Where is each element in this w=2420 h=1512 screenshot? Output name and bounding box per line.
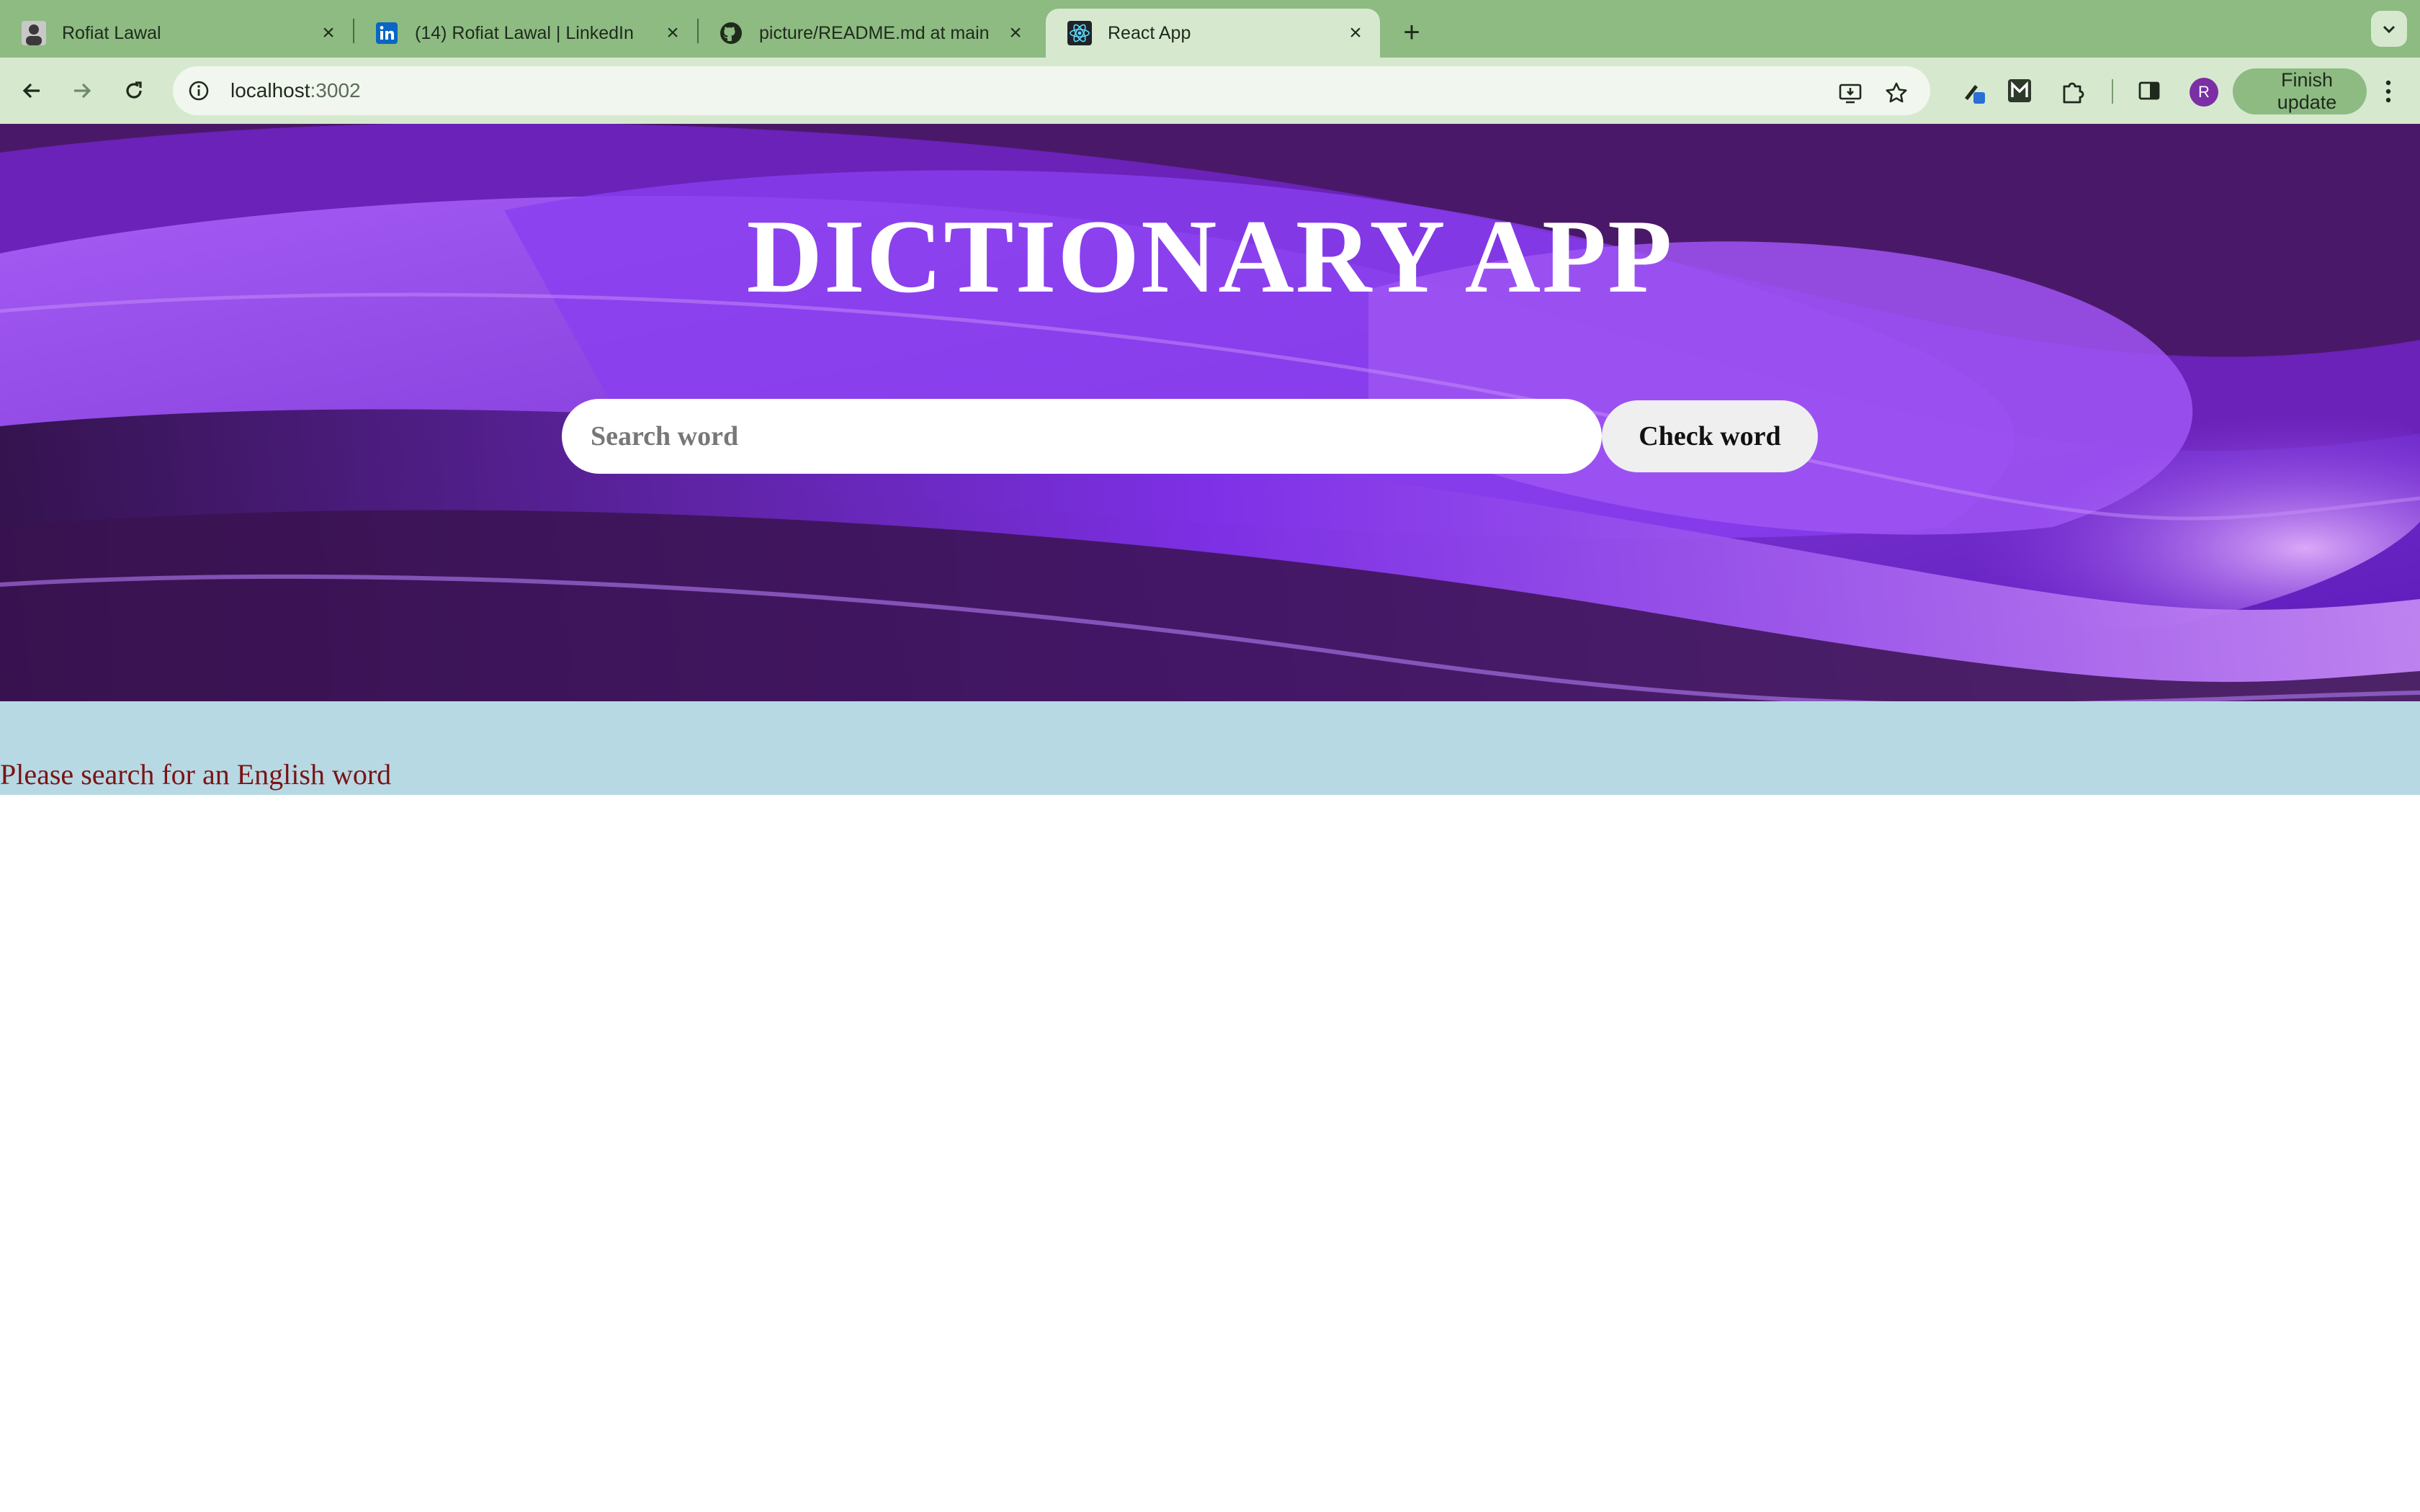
tab-linkedin[interactable]: (14) Rofiat Lawal | LinkedIn × [353, 9, 697, 58]
tab-title: Rofiat Lawal [62, 22, 161, 43]
check-word-button[interactable]: Check word [1602, 400, 1818, 472]
url-port: :3002 [310, 79, 361, 102]
url-host: localhost [230, 79, 310, 102]
pen-extension-icon [1965, 85, 1985, 104]
hero-banner: DICTIONARY APP Check word [0, 124, 2420, 701]
reload-button[interactable] [115, 72, 153, 109]
empty-state-message: Please search for an English word [0, 758, 392, 791]
reload-icon [126, 81, 142, 99]
back-button[interactable] [13, 72, 50, 109]
close-icon[interactable]: × [314, 19, 343, 48]
github-icon [719, 21, 743, 45]
extension-m-button[interactable] [2001, 72, 2038, 109]
browser-tab-strip: Rofiat Lawal × (14) Rofiat Lawal | Linke… [0, 0, 2420, 58]
app-title: DICTIONARY APP [746, 198, 1674, 315]
tab-title: (14) Rofiat Lawal | LinkedIn [415, 22, 634, 43]
toolbar-divider [2112, 79, 2113, 104]
side-panel-icon [2138, 81, 2160, 100]
tab-search-button[interactable] [2371, 11, 2407, 47]
m-extension-icon [2008, 79, 2031, 102]
avatar-icon [22, 21, 46, 45]
finish-update-button[interactable]: Finish update [2233, 68, 2367, 114]
tab-title: picture/README.md at main [759, 22, 990, 43]
tab-rofiat-lawal[interactable]: Rofiat Lawal × [0, 9, 353, 58]
puzzle-icon [2063, 82, 2084, 104]
url-text: localhost:3002 [230, 79, 361, 102]
linkedin-icon [375, 21, 399, 45]
bookmark-star-icon[interactable] [1878, 75, 1914, 111]
react-icon [1067, 21, 1092, 45]
back-arrow-icon [22, 83, 40, 99]
profile-avatar[interactable]: R [2190, 78, 2218, 107]
install-app-icon[interactable] [1832, 75, 1868, 111]
tab-github[interactable]: picture/README.md at main × [697, 9, 1040, 58]
forward-arrow-icon [74, 83, 91, 99]
close-icon[interactable]: × [658, 19, 687, 48]
result-message-bar: Please search for an English word [0, 701, 2420, 795]
new-tab-button[interactable]: + [1394, 14, 1430, 50]
chevron-down-icon [2383, 25, 2396, 34]
close-icon[interactable]: × [1341, 19, 1370, 48]
side-panel-button[interactable] [2130, 72, 2168, 109]
menu-more-icon[interactable] [2374, 68, 2403, 114]
site-info-icon[interactable] [183, 75, 215, 107]
tab-title: React App [1108, 22, 1191, 43]
tab-react-app[interactable]: React App × [1046, 9, 1380, 58]
search-input[interactable] [562, 399, 1602, 474]
extensions-button[interactable] [2054, 72, 2092, 109]
extension-pen-button[interactable] [1955, 72, 1992, 109]
browser-toolbar: localhost:3002 [0, 58, 2420, 124]
close-icon[interactable]: × [1001, 19, 1030, 48]
address-bar[interactable]: localhost:3002 [173, 66, 1930, 115]
forward-button[interactable] [63, 72, 101, 109]
